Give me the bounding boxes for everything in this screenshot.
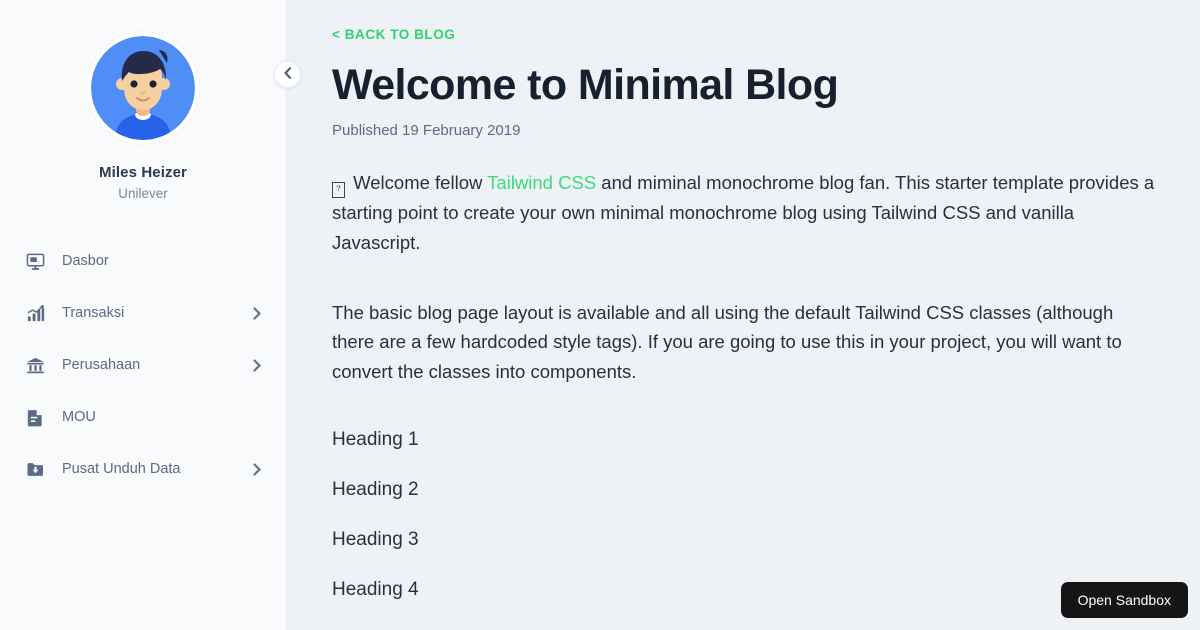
chevron-right-icon[interactable] bbox=[250, 462, 264, 476]
sidebar-item-label: MOU bbox=[62, 409, 96, 425]
sidebar-collapse-toggle[interactable] bbox=[274, 61, 301, 88]
heading-item: Heading 3 bbox=[332, 529, 419, 551]
post-body: ? Welcome fellow Tailwind CSS and mimina… bbox=[332, 168, 1156, 388]
sidebar-item-dasbor[interactable]: Dasbor bbox=[24, 246, 264, 276]
sidebar-item-mou[interactable]: MOU bbox=[24, 402, 264, 432]
sidebar-item-perusahaan[interactable]: Perusahaan bbox=[24, 350, 264, 380]
missing-glyph-icon: ? bbox=[332, 181, 345, 198]
back-to-blog-link[interactable]: < BACK TO BLOG bbox=[332, 27, 455, 42]
monitor-icon bbox=[24, 250, 46, 272]
profile-section: Miles Heizer Unilever bbox=[0, 0, 286, 201]
sidebar-item-label: Perusahaan bbox=[62, 357, 141, 373]
bank-icon bbox=[24, 354, 46, 376]
post-paragraph-1: ? Welcome fellow Tailwind CSS and mimina… bbox=[332, 168, 1156, 258]
heading-item: Heading 4 bbox=[332, 578, 419, 600]
profile-organization: Unilever bbox=[118, 186, 168, 201]
heading-item: Heading 2 bbox=[332, 479, 419, 501]
document-icon bbox=[24, 406, 46, 428]
open-sandbox-button[interactable]: Open Sandbox bbox=[1060, 582, 1188, 618]
user-avatar-illustration[interactable] bbox=[91, 36, 195, 140]
profile-name: Miles Heizer bbox=[99, 164, 187, 181]
post-published-date: Published 19 February 2019 bbox=[332, 121, 521, 139]
sidebar-item-label: Transaksi bbox=[62, 305, 125, 321]
bar-chart-icon bbox=[24, 302, 46, 324]
chevron-right-icon[interactable] bbox=[250, 306, 264, 320]
folder-download-icon bbox=[24, 458, 46, 480]
post-paragraph-2: The basic blog page layout is available … bbox=[332, 301, 1122, 383]
paragraph-1-text-before-link: Welcome fellow bbox=[348, 171, 488, 193]
chevron-right-icon[interactable] bbox=[250, 358, 264, 372]
sidebar-item-label: Pusat Unduh Data bbox=[62, 461, 181, 477]
main-content: < BACK TO BLOG Welcome to Minimal Blog P… bbox=[287, 0, 1200, 630]
sidebar-item-pusat-unduh-data[interactable]: Pusat Unduh Data bbox=[24, 454, 264, 484]
sidebar-item-label: Dasbor bbox=[62, 253, 109, 269]
sidebar: Miles Heizer Unilever Dasbor Transaksi P… bbox=[0, 0, 287, 630]
chevron-left-icon bbox=[284, 67, 292, 82]
tailwind-css-link[interactable]: Tailwind CSS bbox=[487, 172, 596, 193]
page-title: Welcome to Minimal Blog bbox=[332, 61, 839, 109]
sidebar-navigation: Dasbor Transaksi Perusahaan MOU Pusat Un… bbox=[0, 246, 286, 484]
heading-item: Heading 1 bbox=[332, 429, 419, 451]
avatar-ring bbox=[87, 32, 199, 144]
heading-list: Heading 1 Heading 2 Heading 3 Heading 4 … bbox=[332, 429, 1156, 630]
sidebar-item-transaksi[interactable]: Transaksi bbox=[24, 298, 264, 328]
